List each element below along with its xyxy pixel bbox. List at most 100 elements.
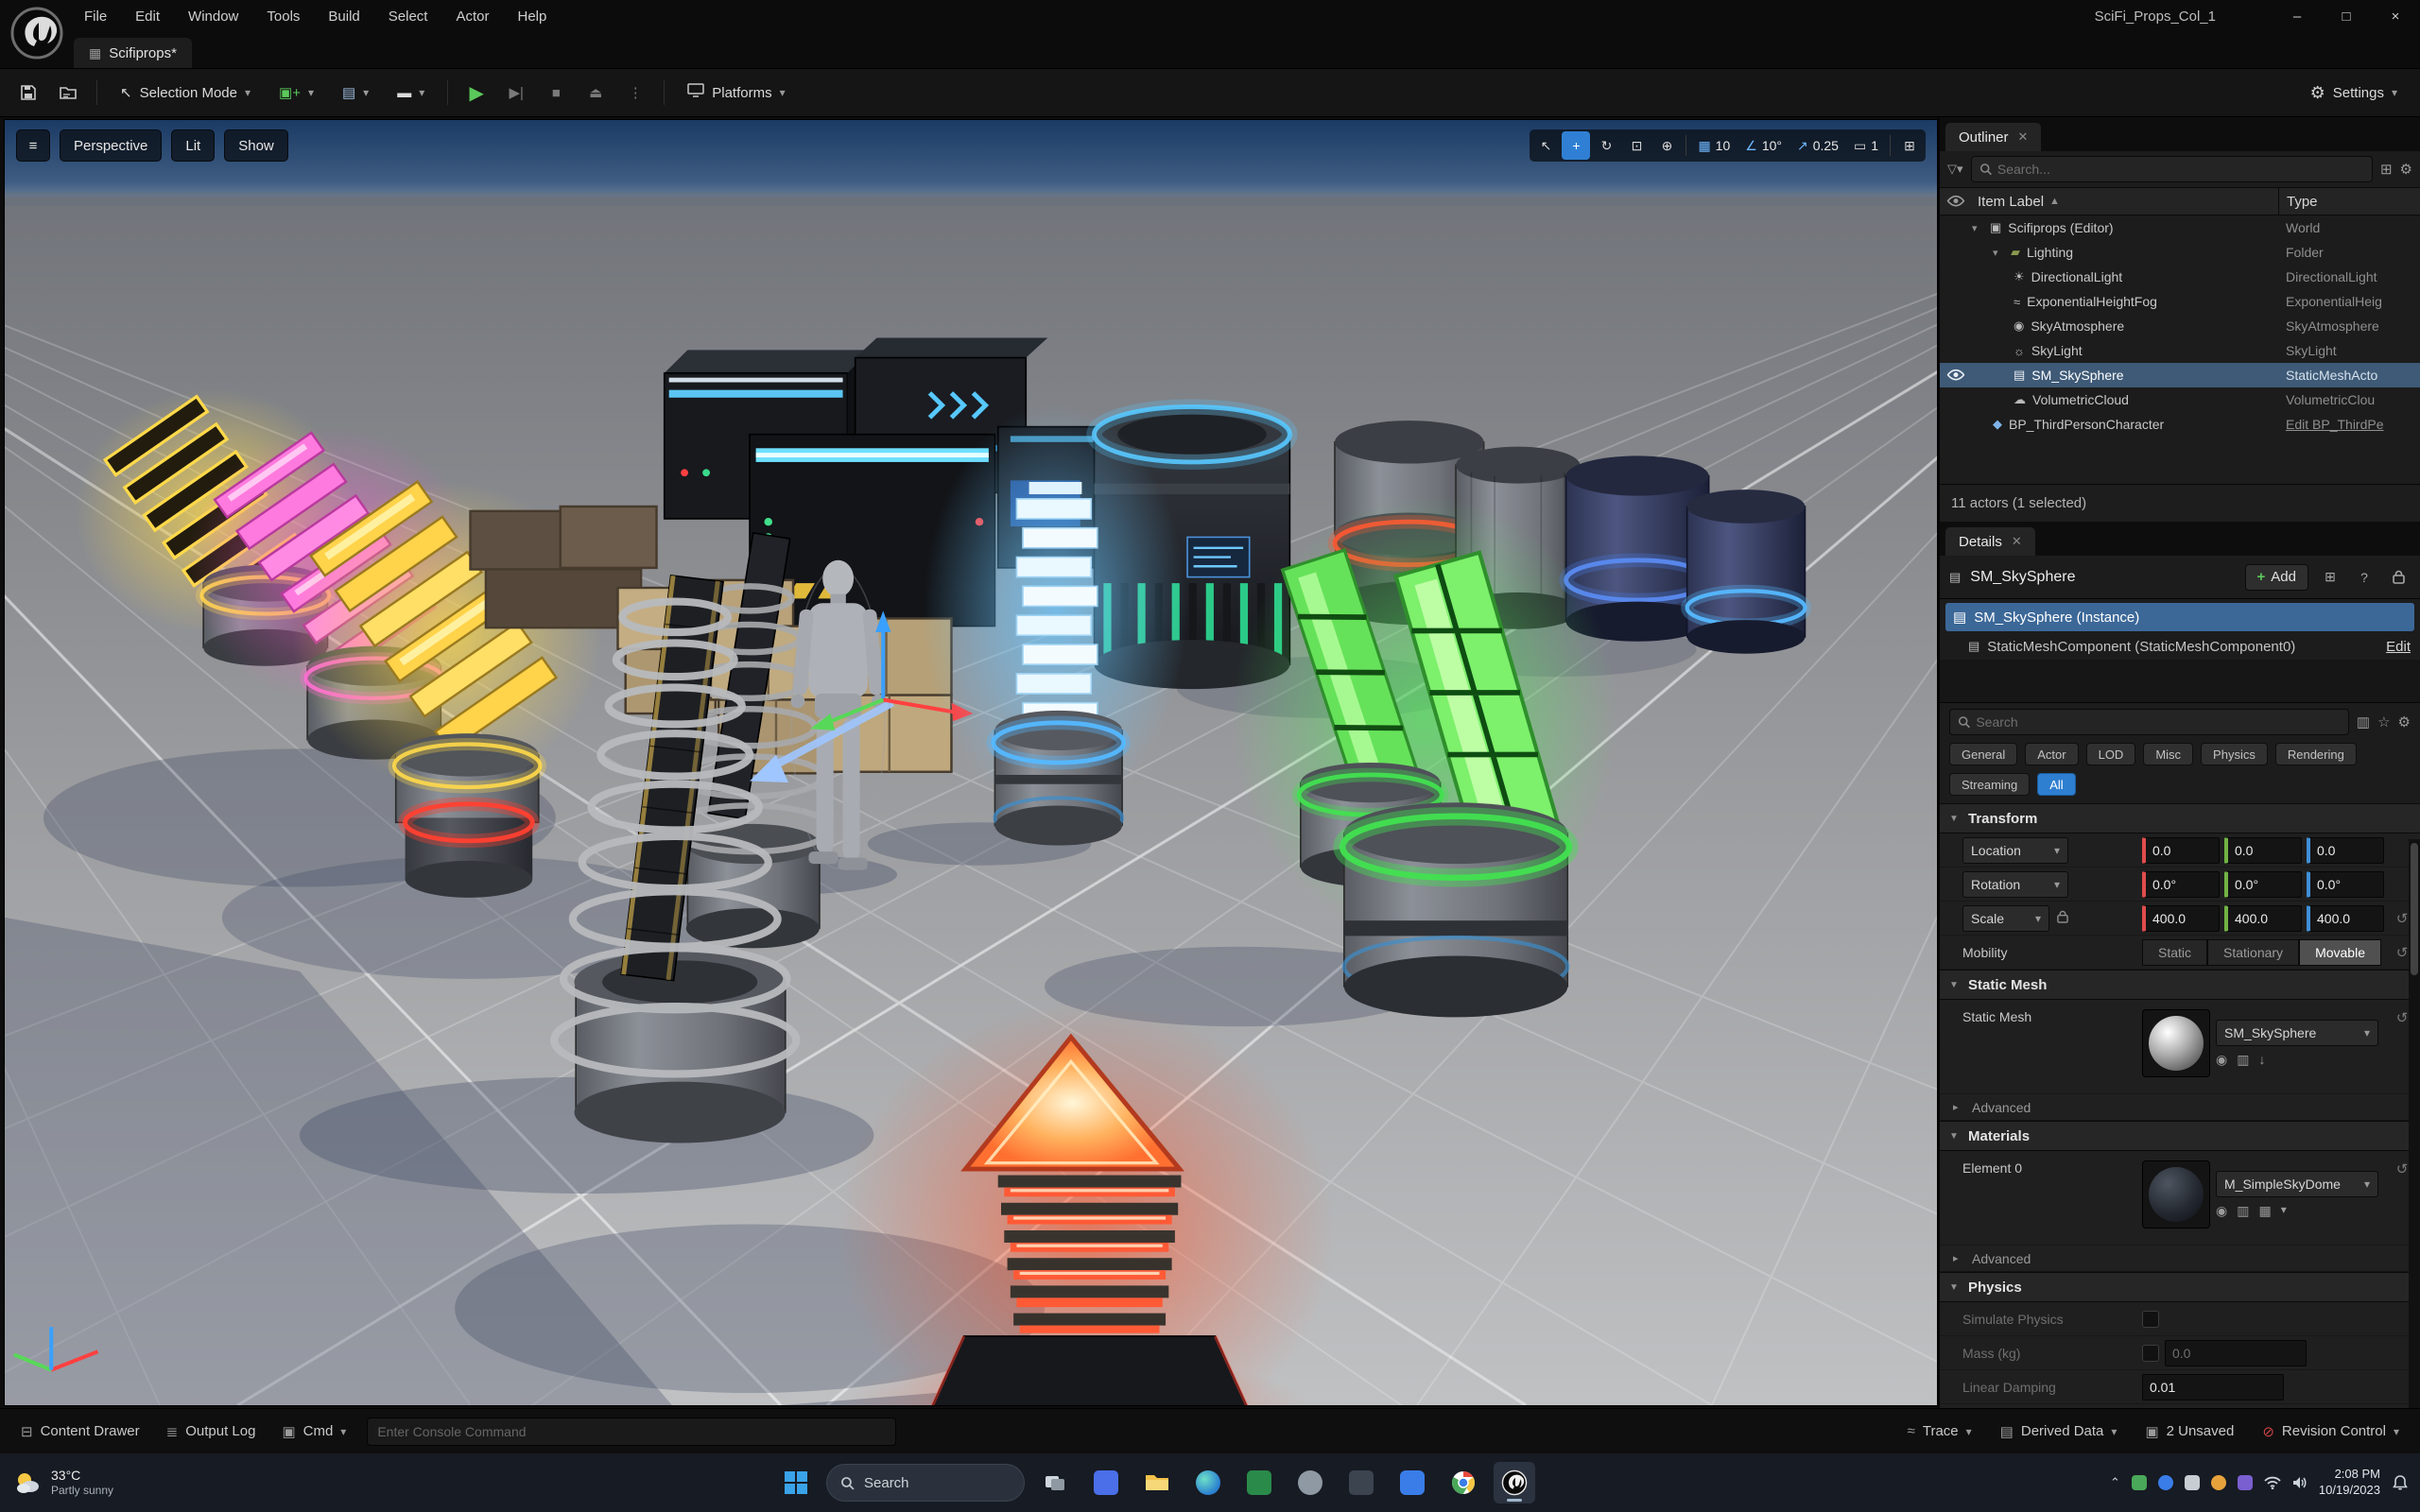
output-log-button[interactable]: ≣ Output Log bbox=[155, 1416, 268, 1448]
hidden-icons-chevron[interactable]: ⌃ bbox=[2110, 1475, 2120, 1490]
file-explorer-icon[interactable] bbox=[1136, 1462, 1178, 1503]
console-command-box[interactable] bbox=[367, 1418, 896, 1446]
excel-icon[interactable] bbox=[1238, 1462, 1280, 1503]
location-dropdown[interactable]: Location▾ bbox=[1962, 837, 2068, 864]
material-thumbnail[interactable] bbox=[2142, 1160, 2210, 1228]
outliner-row-heightfog[interactable]: ≈ExponentialHeightFog ExponentialHeig bbox=[1940, 289, 2420, 314]
minimize-button[interactable]: – bbox=[2273, 0, 2322, 32]
lock-icon[interactable] bbox=[2386, 565, 2411, 590]
selection-mode-dropdown[interactable]: ↖ Selection Mode ▾ bbox=[109, 76, 262, 110]
content-browser-icon[interactable] bbox=[51, 76, 85, 110]
scrollbar-thumb[interactable] bbox=[2411, 843, 2418, 975]
mass-override-checkbox[interactable] bbox=[2142, 1345, 2159, 1362]
rotation-dropdown[interactable]: Rotation▾ bbox=[1962, 871, 2068, 898]
scale-lock-icon[interactable] bbox=[2057, 910, 2068, 926]
trace-dropdown[interactable]: ≈ Trace ▾ bbox=[1896, 1416, 1983, 1448]
outliner-settings-icon[interactable]: ⚙ bbox=[2400, 161, 2412, 178]
menu-select[interactable]: Select bbox=[374, 0, 442, 32]
grid-snap-toggle[interactable]: ▦10 bbox=[1691, 131, 1737, 160]
outliner-row-skylight[interactable]: ☼SkyLight SkyLight bbox=[1940, 338, 2420, 363]
tray-app-icon[interactable] bbox=[2132, 1475, 2147, 1490]
details-scrollbar[interactable] bbox=[2409, 839, 2420, 1408]
scale-y-field[interactable]: 400.0 bbox=[2224, 905, 2302, 932]
menu-help[interactable]: Help bbox=[504, 0, 562, 32]
menu-edit[interactable]: Edit bbox=[121, 0, 174, 32]
play-options-kebab-icon[interactable]: ⋮ bbox=[618, 76, 652, 110]
component-row-staticmesh[interactable]: ▤ StaticMeshComponent (StaticMeshCompone… bbox=[1940, 633, 2420, 660]
close-icon[interactable]: ✕ bbox=[2012, 534, 2022, 549]
cmd-dropdown[interactable]: ▣ Cmd ▾ bbox=[270, 1416, 357, 1448]
filter-icon[interactable]: ▽▾ bbox=[1947, 162, 1963, 177]
edit-blueprint-link[interactable]: Edit BP_ThirdPe bbox=[2278, 417, 2420, 432]
mobility-stationary[interactable]: Stationary bbox=[2207, 939, 2299, 966]
outliner-row-skyatmosphere[interactable]: ◉SkyAtmosphere SkyAtmosphere bbox=[1940, 314, 2420, 338]
tray-app-icon[interactable] bbox=[2238, 1475, 2253, 1490]
item-label-column[interactable]: Item Label▲ bbox=[1972, 194, 2278, 210]
content-drawer-button[interactable]: ⊟ Content Drawer bbox=[9, 1416, 151, 1448]
details-settings-icon[interactable]: ⚙ bbox=[2398, 713, 2411, 730]
section-transform[interactable]: ▼Transform bbox=[1940, 803, 2420, 833]
static-mesh-asset-dropdown[interactable]: SM_SkySphere▾ bbox=[2216, 1020, 2378, 1046]
add-component-button[interactable]: + Add bbox=[2245, 564, 2308, 591]
add-actor-dropdown[interactable]: ▣+ ▾ bbox=[268, 76, 325, 110]
display-options-icon[interactable]: ▥ bbox=[2357, 713, 2370, 730]
edit-component-link[interactable]: Edit bbox=[2386, 639, 2411, 655]
chip-streaming[interactable]: Streaming bbox=[1949, 773, 2030, 796]
scale-tool[interactable]: ⊡ bbox=[1622, 131, 1651, 160]
volume-icon[interactable] bbox=[2292, 1476, 2308, 1489]
rotation-y-field[interactable]: 0.0° bbox=[2224, 871, 2302, 898]
scale-snap-toggle[interactable]: ↗0.25 bbox=[1790, 131, 1845, 160]
chevron-down-icon[interactable]: ▾ bbox=[2281, 1203, 2287, 1219]
component-row-instance-selected[interactable]: ▤ SM_SkySphere (Instance) bbox=[1945, 603, 2414, 631]
settings-app-icon[interactable] bbox=[1289, 1462, 1331, 1503]
maximize-button[interactable]: □ bbox=[2322, 0, 2371, 32]
visibility-column-icon[interactable] bbox=[1946, 195, 1965, 208]
type-column[interactable]: Type bbox=[2278, 188, 2420, 215]
wifi-icon[interactable] bbox=[2264, 1476, 2281, 1489]
chrome-icon[interactable] bbox=[1443, 1462, 1484, 1503]
task-view-icon[interactable] bbox=[1034, 1462, 1076, 1503]
select-tool[interactable]: ↖ bbox=[1531, 131, 1560, 160]
tray-app-icon[interactable] bbox=[2158, 1475, 2173, 1490]
close-button[interactable]: × bbox=[2371, 0, 2420, 32]
teams-icon[interactable] bbox=[1085, 1462, 1127, 1503]
unreal-app-icon[interactable] bbox=[1494, 1462, 1535, 1503]
browse-to-asset-icon[interactable]: ▥ bbox=[2237, 1052, 2249, 1068]
weather-widget[interactable]: 33°C Partly sunny bbox=[0, 1468, 113, 1499]
outliner-row-skysphere-selected[interactable]: ▤SM_SkySphere StaticMeshActo bbox=[1940, 363, 2420, 387]
help-icon[interactable]: ? bbox=[2352, 565, 2377, 590]
chip-lod[interactable]: LOD bbox=[2086, 743, 2136, 765]
visibility-eye-icon[interactable] bbox=[1946, 369, 1965, 382]
notification-bell-icon[interactable] bbox=[2392, 1474, 2409, 1491]
taskbar-clock[interactable]: 2:08 PM 10/19/2023 bbox=[2319, 1467, 2380, 1499]
outliner-search[interactable] bbox=[1971, 156, 2373, 182]
outliner-row-bp-character[interactable]: ◆BP_ThirdPersonCharacter Edit BP_ThirdPe bbox=[1940, 412, 2420, 437]
tray-app-icon[interactable] bbox=[2185, 1475, 2200, 1490]
section-materials[interactable]: ▼Materials bbox=[1940, 1121, 2420, 1151]
rotate-tool[interactable]: ↻ bbox=[1592, 131, 1620, 160]
blueprints-dropdown[interactable]: ▤ ▾ bbox=[331, 76, 380, 110]
camera-speed-button[interactable]: ▭1 bbox=[1847, 131, 1885, 160]
move-tool[interactable]: + bbox=[1562, 131, 1590, 160]
stop-button[interactable]: ■ bbox=[539, 76, 573, 110]
new-folder-icon[interactable]: ⊞ bbox=[2380, 161, 2393, 178]
outliner-search-input[interactable] bbox=[1997, 162, 2364, 177]
menu-tools[interactable]: Tools bbox=[252, 0, 314, 32]
details-search-input[interactable] bbox=[1976, 714, 2341, 730]
use-selected-icon[interactable]: ◉ bbox=[2216, 1052, 2227, 1068]
mass-field[interactable]: 0.0 bbox=[2165, 1340, 2307, 1366]
maximize-viewport-button[interactable]: ⊞ bbox=[1895, 131, 1924, 160]
menu-file[interactable]: File bbox=[70, 0, 121, 32]
chip-rendering[interactable]: Rendering bbox=[2275, 743, 2357, 765]
start-button[interactable] bbox=[775, 1462, 817, 1503]
tab-scifiprops[interactable]: ▦ Scifiprops* bbox=[74, 38, 192, 68]
tab-details[interactable]: Details ✕ bbox=[1945, 527, 2035, 556]
scale-x-field[interactable]: 400.0 bbox=[2142, 905, 2220, 932]
section-physics[interactable]: ▼Physics bbox=[1940, 1272, 2420, 1302]
simulate-physics-checkbox[interactable] bbox=[2142, 1311, 2159, 1328]
chip-general[interactable]: General bbox=[1949, 743, 2017, 765]
viewport-3d[interactable]: ≡ Perspective Lit Show ↖ + ↻ ⊡ ⊕ ▦10 ∠10… bbox=[4, 119, 1938, 1406]
scale-dropdown[interactable]: Scale▾ bbox=[1962, 905, 2049, 932]
unsaved-button[interactable]: ▣ 2 Unsaved bbox=[2134, 1416, 2245, 1448]
favorites-icon[interactable]: ☆ bbox=[2377, 713, 2390, 730]
